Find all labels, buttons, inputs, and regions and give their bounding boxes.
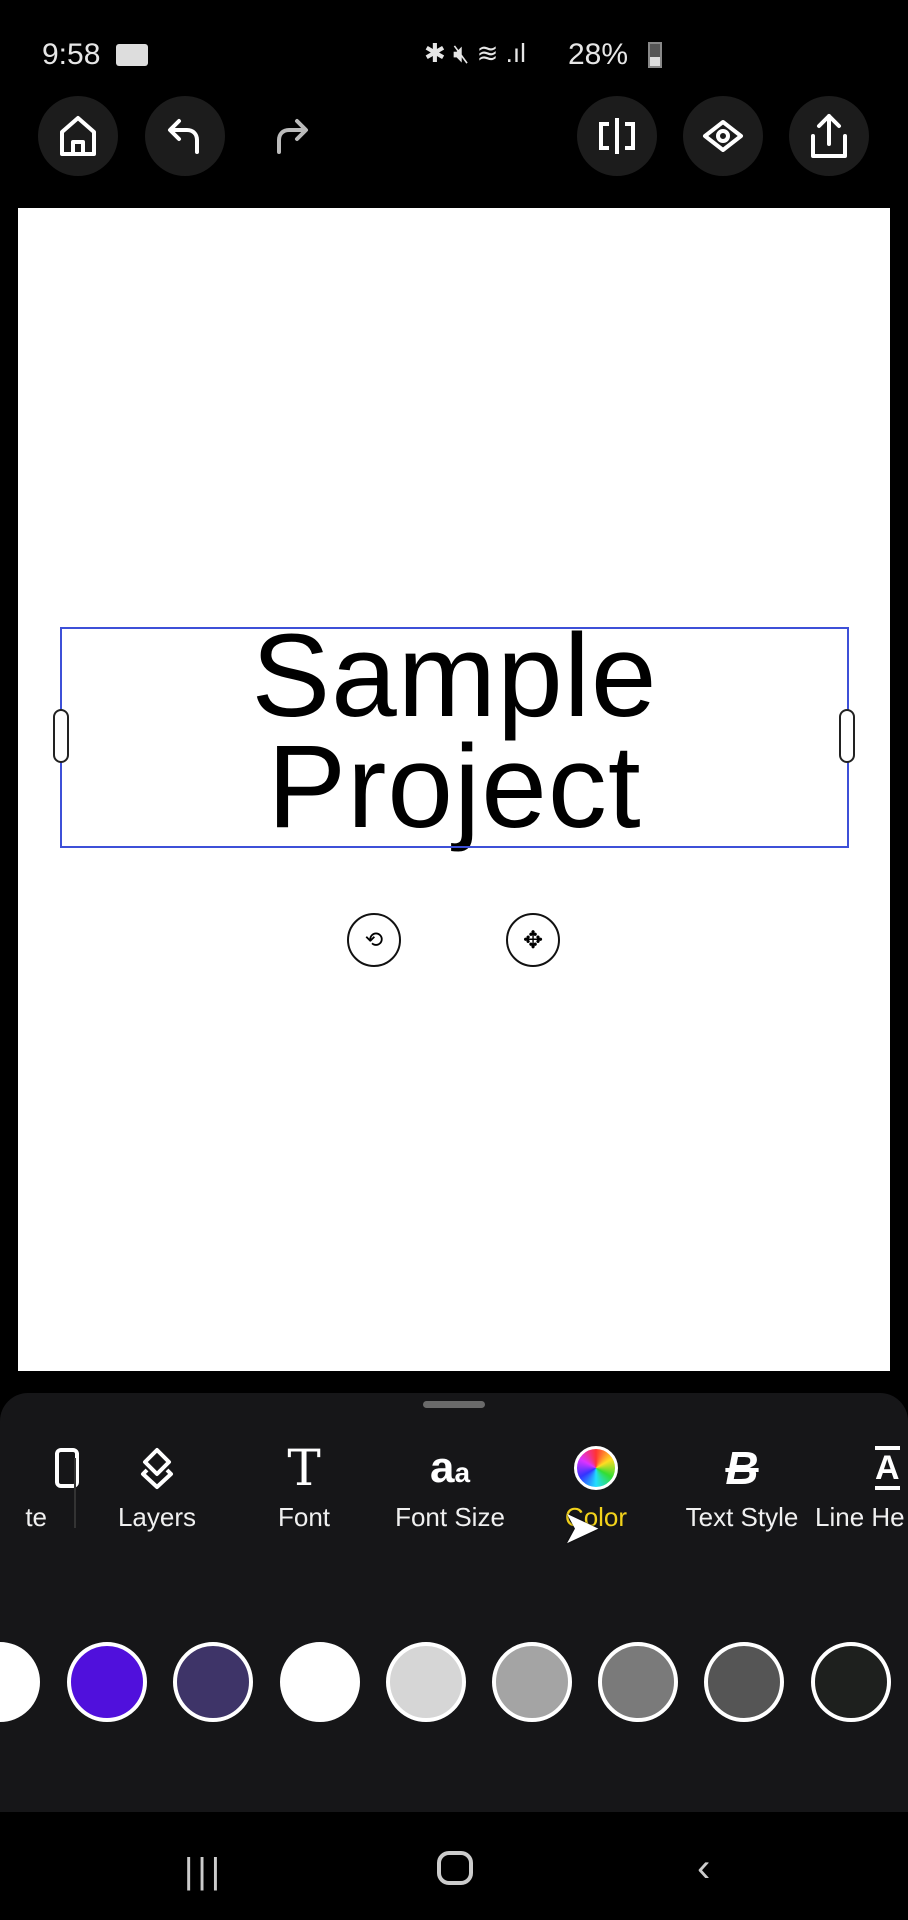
color-swatch[interactable]	[704, 1642, 785, 1722]
home-icon	[60, 116, 96, 156]
color-wheel-icon	[574, 1446, 618, 1490]
rotate-button[interactable]: ⟲	[347, 913, 401, 967]
color-swatch[interactable]	[385, 1642, 466, 1722]
layers-icon	[141, 1448, 173, 1489]
undo-icon	[168, 119, 199, 154]
line-height-icon: A	[875, 1446, 900, 1490]
color-swatch[interactable]	[810, 1642, 891, 1722]
resize-handle-left[interactable]	[53, 709, 69, 763]
rotate-icon: ⟲	[364, 927, 384, 952]
sheet-drag-handle[interactable]	[423, 1401, 485, 1408]
share-icon	[811, 114, 847, 158]
home-button[interactable]	[38, 96, 118, 176]
color-swatch[interactable]	[279, 1642, 360, 1722]
redo-icon	[277, 119, 308, 154]
resize-handle-right[interactable]	[839, 709, 855, 763]
move-button[interactable]: ✥	[506, 913, 560, 967]
battery-text: 28%	[568, 38, 629, 71]
color-swatch[interactable]	[67, 1642, 148, 1722]
status-icons: ✱ 🔇︎ ≋ .ıl	[424, 38, 526, 68]
font-size-icon: aa	[429, 1443, 471, 1492]
mouse-cursor-icon: ➤	[562, 1501, 601, 1553]
preview-eye-icon	[703, 120, 743, 152]
tool-line-height[interactable]: A Line He	[815, 1440, 908, 1533]
split-icon	[599, 118, 635, 154]
battery-icon	[648, 42, 662, 68]
tool-text-style[interactable]: B Text Style	[667, 1440, 817, 1533]
back-button[interactable]: ‹	[697, 1846, 710, 1891]
text-selection-box[interactable]	[60, 627, 849, 848]
status-time: 9:58	[42, 38, 101, 71]
share-button[interactable]	[789, 96, 869, 176]
recent-apps-button[interactable]: |||	[184, 1850, 224, 1892]
tool-layers[interactable]: Layers	[82, 1440, 232, 1533]
undo-button[interactable]	[145, 96, 225, 176]
tool-font[interactable]: T Font	[229, 1439, 379, 1533]
color-swatch[interactable]	[173, 1642, 254, 1722]
tool-font-size[interactable]: aa Font Size	[375, 1440, 525, 1533]
split-button[interactable]	[577, 96, 657, 176]
toolbar-divider	[74, 1458, 76, 1528]
preview-button[interactable]	[683, 96, 763, 176]
move-icon: ✥	[522, 926, 544, 954]
font-icon: T	[287, 1439, 321, 1497]
home-nav-button[interactable]	[437, 1851, 473, 1885]
color-swatch[interactable]	[598, 1642, 679, 1722]
color-swatch[interactable]	[492, 1642, 572, 1722]
redo-button[interactable]	[251, 96, 331, 176]
text-style-icon: B	[725, 1442, 759, 1494]
screen-record-icon	[116, 44, 148, 66]
